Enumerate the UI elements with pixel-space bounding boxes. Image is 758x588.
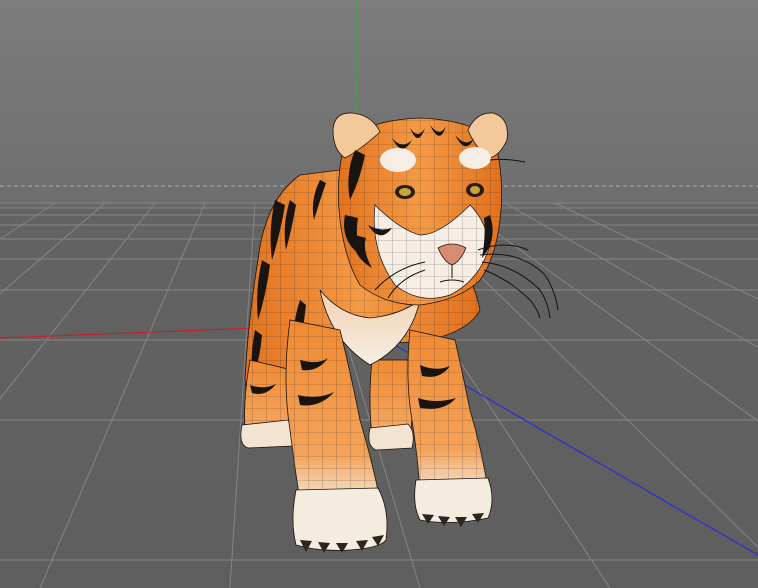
tiger-model[interactable] — [240, 112, 559, 553]
rear-left-paw — [240, 419, 294, 449]
rear-right-paw — [368, 423, 414, 451]
brow-patch-right — [459, 147, 491, 169]
3d-viewport[interactable] — [0, 0, 758, 588]
brow-patch-left — [380, 148, 416, 172]
